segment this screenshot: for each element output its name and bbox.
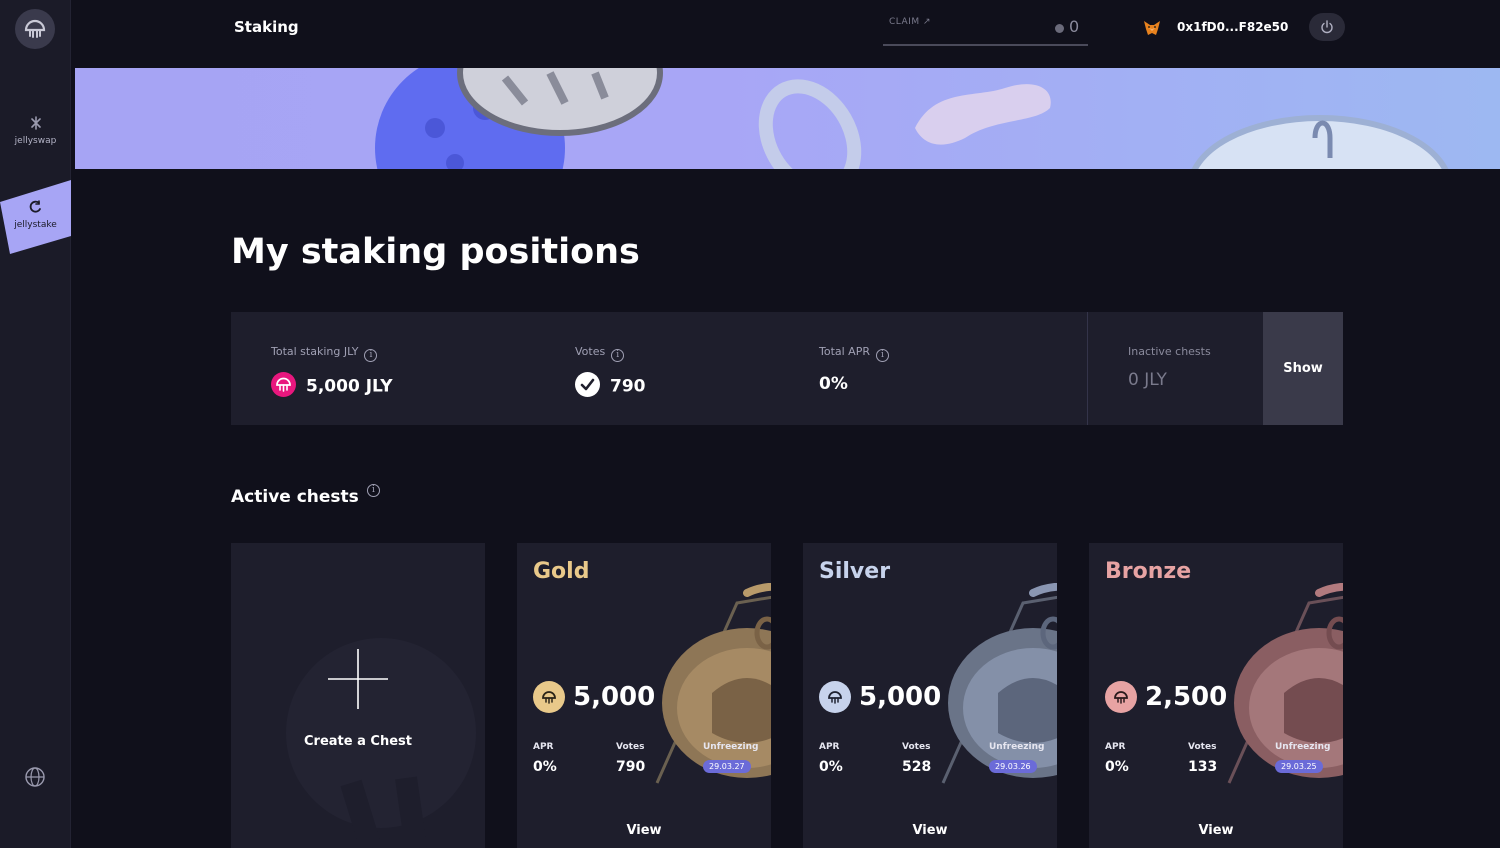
staking-summary-panel: Total staking JLY i 5,000 JLY Votes i 790 … [231, 312, 1343, 425]
chest-card-bronze[interactable]: Bronze 2,500 APR Votes Unfreezing 0% 133… [1089, 543, 1343, 848]
active-chests-title: Active chests [231, 487, 359, 507]
unfreezing-date-badge: 29.03.26 [989, 760, 1037, 773]
unfreezing-label: Unfreezing [1275, 742, 1331, 752]
banner-artwork [375, 68, 1449, 169]
jly-token-icon [819, 681, 851, 713]
chest-amount: 2,500 [1145, 682, 1228, 712]
divider [1087, 312, 1088, 425]
wallet-address[interactable]: 0x1fD0...F82e50 [1177, 20, 1288, 34]
info-icon[interactable]: i [876, 349, 889, 362]
view-button[interactable]: View [803, 823, 1057, 838]
info-icon[interactable]: i [364, 349, 378, 362]
jly-token-icon [533, 681, 565, 713]
apr-value: 0% [533, 759, 557, 775]
sidebar-item-label: jellystake [14, 220, 57, 230]
claim-widget[interactable]: CLAIM ↗ 0 [883, 14, 1088, 46]
total-apr-value: 0% [819, 374, 848, 394]
power-icon [1321, 20, 1333, 34]
globe-icon[interactable] [24, 766, 46, 788]
info-icon[interactable]: i [367, 484, 380, 497]
info-icon[interactable]: i [611, 349, 625, 362]
claim-value: 0 [1069, 17, 1080, 36]
unfreezing-date-badge: 29.03.25 [1275, 760, 1323, 773]
sidebar: jellyswap jellystake [0, 0, 71, 848]
jellystake-icon [29, 200, 41, 213]
hero-banner [75, 68, 1500, 169]
apr-value: 0% [1105, 759, 1129, 775]
claim-token-icon [1055, 24, 1064, 33]
sidebar-item-label: jellyswap [14, 136, 57, 146]
votes-value: 528 [902, 759, 932, 775]
inactive-chests-value: 0 JLY [1128, 370, 1167, 390]
inactive-chests-label: Inactive chests [1128, 345, 1211, 358]
plus-icon [328, 649, 388, 709]
sidebar-item-jellyswap[interactable]: jellyswap [0, 116, 71, 146]
chest-amount-row: 2,500 [1105, 681, 1227, 713]
page-title: Staking [234, 18, 299, 36]
votes-label: Votes i [575, 345, 625, 362]
unfreezing-date-badge: 29.03.27 [703, 760, 751, 773]
jly-token-icon [271, 372, 296, 397]
claim-link[interactable]: CLAIM ↗ [889, 17, 931, 27]
chest-name: Gold [533, 559, 590, 584]
chest-amount: 5,000 [859, 682, 942, 712]
check-icon [575, 372, 600, 397]
chest-name: Bronze [1105, 559, 1192, 584]
jelly-logo-icon[interactable] [15, 9, 55, 49]
total-staking-label: Total staking JLY i [271, 345, 378, 362]
votes-value: 790 [616, 759, 646, 775]
votes-label: Votes [616, 742, 645, 752]
top-bar: Staking CLAIM ↗ 0 0x1fD0...F82e50 [71, 0, 1500, 68]
metamask-fox-icon [1144, 21, 1160, 35]
disconnect-button[interactable] [1309, 13, 1345, 41]
chest-amount-row: 5,000 [819, 681, 941, 713]
chest-name: Silver [819, 559, 891, 584]
unfreezing-label: Unfreezing [989, 742, 1045, 752]
votes-label: Votes [1188, 742, 1217, 752]
show-inactive-button[interactable]: Show [1263, 312, 1343, 425]
create-chest-label: Create a Chest [304, 734, 412, 749]
apr-value: 0% [819, 759, 843, 775]
votes-value: 790 [575, 372, 646, 399]
votes-value: 133 [1188, 759, 1218, 775]
view-button[interactable]: View [1089, 823, 1343, 838]
unfreezing-label: Unfreezing [703, 742, 759, 752]
chest-amount-row: 5,000 [533, 681, 655, 713]
chest-card-gold[interactable]: Gold 5,000 APR Votes Unfreezing 0% 790 2… [517, 543, 771, 848]
total-apr-label: Total APR i [819, 345, 889, 362]
chest-card-silver[interactable]: Silver 5,000 APR Votes Unfreezing 0% 528… [803, 543, 1057, 848]
positions-heading: My staking positions [231, 232, 640, 272]
apr-label: APR [1105, 742, 1126, 752]
jellyswap-icon [30, 116, 41, 130]
jly-token-icon [1105, 681, 1137, 713]
total-staking-value: 5,000 JLY [271, 372, 393, 399]
sidebar-item-jellystake[interactable]: jellystake [0, 200, 71, 230]
view-button[interactable]: View [517, 823, 771, 838]
create-chest-card[interactable]: Create a Chest [231, 543, 485, 848]
chest-amount: 5,000 [573, 682, 656, 712]
votes-label: Votes [902, 742, 931, 752]
apr-label: APR [533, 742, 554, 752]
apr-label: APR [819, 742, 840, 752]
